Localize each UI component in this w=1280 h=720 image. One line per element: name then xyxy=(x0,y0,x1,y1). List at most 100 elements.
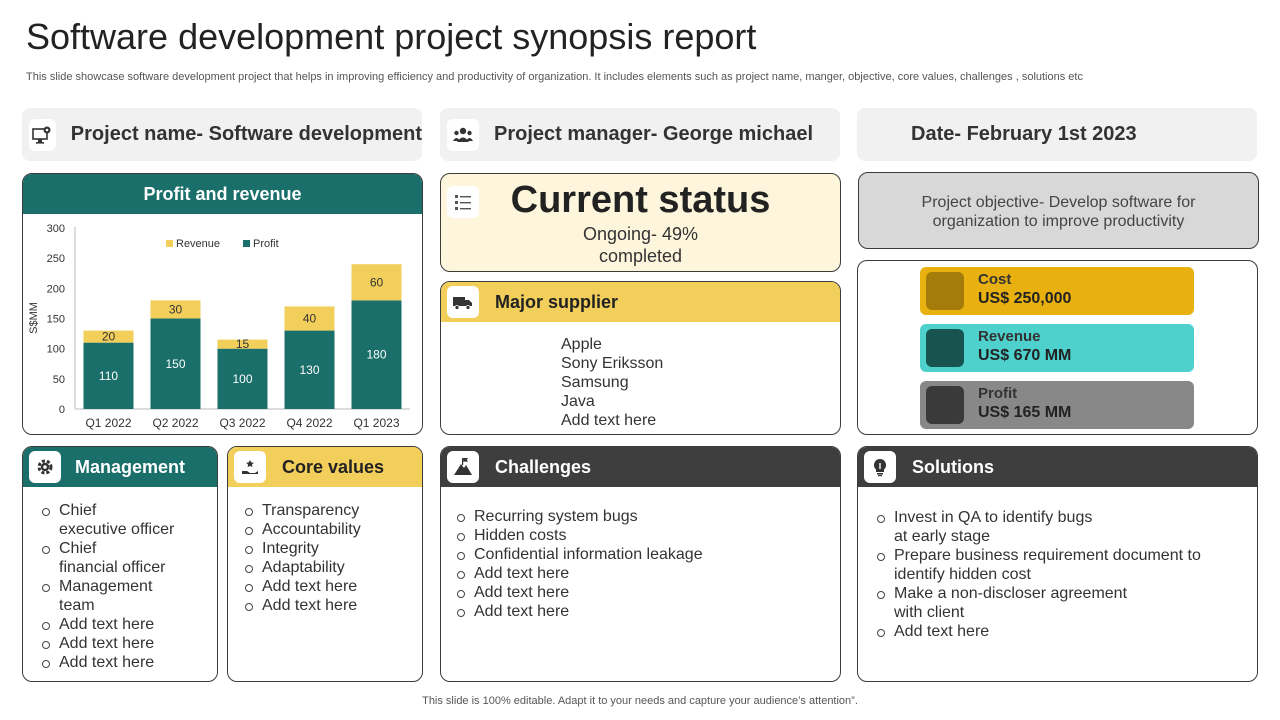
profit-label: Profit xyxy=(978,385,1018,402)
revenue-data-label: 60 xyxy=(370,275,384,289)
list-item-text: Make a non-discloser agreement xyxy=(894,585,1128,602)
core-values-title: Core values xyxy=(282,456,385,477)
revenue-swatch xyxy=(926,329,964,367)
list-item-text: Add text here xyxy=(59,616,155,633)
revenue-data-label: 30 xyxy=(169,302,183,316)
list-item: Chief financial officer xyxy=(41,539,216,577)
list-item: Recurring system bugs xyxy=(456,507,836,526)
legend-swatch-revenue xyxy=(166,240,173,247)
mountain-flag-icon xyxy=(447,451,479,483)
team-icon xyxy=(447,118,479,151)
list-item: Add text here xyxy=(456,602,836,621)
profit-data-label: 180 xyxy=(366,348,386,362)
x-tick-label: Q4 2022 xyxy=(286,416,332,430)
project-name: Project name- Software development xyxy=(70,123,422,145)
management-header: Management xyxy=(23,447,217,487)
objective-line-2: organization to improve productivity xyxy=(932,213,1185,230)
list-item: Hidden costs xyxy=(456,526,836,545)
challenges-list: Recurring system bugs Hidden costs Confide… xyxy=(456,507,836,621)
current-status-line-2: completed xyxy=(598,246,683,266)
revenue-chip: Revenue US$ 670 MM xyxy=(920,324,1194,372)
cost-swatch xyxy=(926,272,964,310)
list-item: Add text here xyxy=(41,615,216,634)
list-item: Chief executive officer xyxy=(41,501,216,539)
management-title: Management xyxy=(75,456,186,477)
supplier-item: Samsung xyxy=(561,374,629,391)
legend-label-profit: Profit xyxy=(253,238,279,250)
list-item: Adaptability xyxy=(244,558,422,577)
x-tick-label: Q1 2022 xyxy=(85,416,131,430)
list-item-text: Add text here xyxy=(474,584,570,601)
profit-data-label: 130 xyxy=(299,363,319,377)
cost-chip: Cost US$ 250,000 xyxy=(920,267,1194,315)
profit-data-label: 110 xyxy=(99,369,118,383)
list-item: Add text here xyxy=(41,653,216,672)
page-subtitle: This slide showcase software development… xyxy=(26,71,1083,83)
solutions-header: Solutions xyxy=(858,447,1257,487)
objective-line-1: Project objective- Develop software for xyxy=(921,194,1196,211)
monitor-gear-icon xyxy=(29,118,56,151)
profit-chip: Profit US$ 165 MM xyxy=(920,381,1194,429)
major-supplier-header: Major supplier xyxy=(441,282,840,322)
list-item-text: Add text here xyxy=(474,565,570,582)
current-status-card: Current status Ongoing- 49% completed xyxy=(440,173,841,272)
y-tick-label: 250 xyxy=(47,253,65,265)
list-item: Invest in QA to identify bugs at early st… xyxy=(876,508,1256,546)
profit-revenue-chart: 0 50 100 150 200 250 300 S$MM 110 20 Q1 2022 150 30 Q… xyxy=(28,223,410,430)
list-item-text: Adaptability xyxy=(262,559,345,576)
project-manager-pill: Project manager- George michael xyxy=(440,108,840,161)
list-item-text: with client xyxy=(894,604,965,621)
supplier-item: Add text here xyxy=(561,412,657,429)
solutions-title: Solutions xyxy=(912,456,994,477)
x-tick-label: Q2 2022 xyxy=(152,416,198,430)
list-item-text: executive officer xyxy=(59,521,175,538)
objective-card: Project objective- Develop software for … xyxy=(858,172,1259,249)
list-item: Add text here xyxy=(876,622,1256,641)
list-item: Confidential information leakage xyxy=(456,545,836,564)
list-item: Add text here xyxy=(41,634,216,653)
hand-heart-icon xyxy=(234,451,266,483)
list-item: Integrity xyxy=(244,539,422,558)
core-values-list: Transparency Accountability Integrity Adapt… xyxy=(244,501,422,615)
cost-value: US$ 250,000 xyxy=(978,290,1072,307)
revenue-label: Revenue xyxy=(978,328,1041,345)
list-item-text: Transparency xyxy=(262,502,360,519)
y-axis-label: S$MM xyxy=(28,302,40,334)
footer-note: This slide is 100% editable. Adapt it to… xyxy=(422,695,858,707)
major-supplier-card: Major supplier Apple Sony Eriksson Samsung… xyxy=(440,281,841,435)
revenue-data-label: 40 xyxy=(303,312,317,326)
list-item-text: Accountability xyxy=(262,521,361,538)
core-values-header: Core values xyxy=(228,447,422,487)
challenges-header: Challenges xyxy=(441,447,840,487)
management-card: Management Chief executive officer Chief fi… xyxy=(22,446,218,682)
supplier-item: Sony Eriksson xyxy=(561,355,664,372)
list-item: Add text here xyxy=(244,577,422,596)
list-item-text: Add text here xyxy=(474,603,570,620)
y-tick-label: 200 xyxy=(47,283,65,295)
y-tick-label: 0 xyxy=(59,404,65,416)
y-tick-label: 300 xyxy=(47,223,65,235)
list-item-text: team xyxy=(59,597,95,614)
list-item-text: at early stage xyxy=(894,528,991,545)
y-tick-label: 150 xyxy=(47,314,65,326)
supplier-item: Java xyxy=(561,393,595,410)
page-title: Software development project synopsis re… xyxy=(26,16,757,57)
project-date: Date- February 1st 2023 xyxy=(911,123,1137,145)
solutions-list: Invest in QA to identify bugs at early st… xyxy=(876,508,1256,641)
management-list: Chief executive officer Chief financial off… xyxy=(41,501,216,672)
project-manager: Project manager- George michael xyxy=(494,123,814,145)
list-item: Transparency xyxy=(244,501,422,520)
list-item: Add text here xyxy=(456,564,836,583)
legend-label-revenue: Revenue xyxy=(176,238,220,250)
list-item: Add text here xyxy=(244,596,422,615)
revenue-value: US$ 670 MM xyxy=(978,347,1072,364)
legend-swatch-profit xyxy=(243,240,250,247)
list-item-text: Add text here xyxy=(59,635,155,652)
x-tick-label: Q1 2023 xyxy=(353,416,399,430)
list-item: Accountability xyxy=(244,520,422,539)
current-status-line-1: Ongoing- 49% xyxy=(582,224,699,244)
core-values-card: Core values Transparency Accountability In… xyxy=(227,446,423,682)
y-tick-label: 100 xyxy=(47,344,65,356)
project-name-pill: Project name- Software development xyxy=(22,108,422,161)
list-item-text: financial officer xyxy=(59,559,166,576)
